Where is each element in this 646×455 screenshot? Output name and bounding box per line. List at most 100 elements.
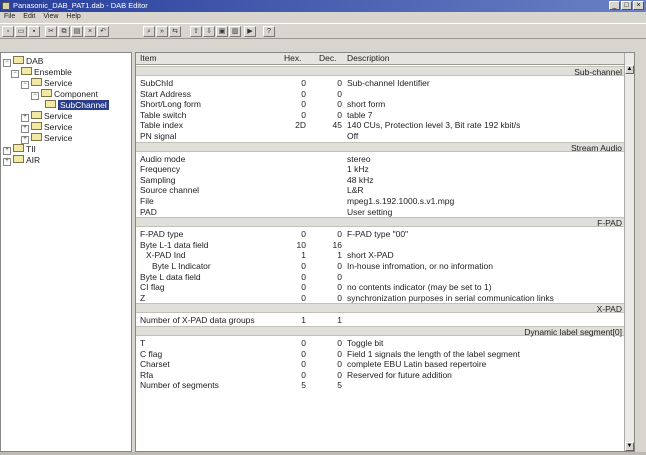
tree-node-service[interactable]: + Service bbox=[21, 133, 72, 144]
cell-item: Byte L Indicator bbox=[152, 261, 211, 271]
vertical-scrollbar[interactable]: ▲ ▼ bbox=[624, 53, 634, 451]
table-row[interactable]: PAD User setting bbox=[136, 207, 626, 217]
replace-icon[interactable]: ⇆ bbox=[169, 26, 181, 37]
cell-item: Short/Long form bbox=[140, 99, 201, 110]
expand-icon[interactable]: + bbox=[3, 147, 11, 155]
window-title: Panasonic_DAB_PAT1.dab - DAB Editor bbox=[13, 1, 148, 10]
table-row[interactable]: Start Address 0 0 bbox=[136, 89, 626, 99]
table-row[interactable]: Short/Long form 0 0 short form bbox=[136, 99, 626, 109]
cell-desc: Off bbox=[347, 131, 359, 141]
cell-hex: 2D bbox=[295, 120, 306, 131]
cell-hex: 5 bbox=[301, 380, 306, 391]
save-icon[interactable]: ▪ bbox=[28, 26, 40, 37]
menu-view[interactable]: View bbox=[43, 12, 58, 22]
send-icon[interactable]: ▣ bbox=[216, 26, 228, 37]
tree-node-service[interactable]: + Service bbox=[21, 111, 72, 122]
table-row[interactable]: Sampling 48 kHz bbox=[136, 175, 626, 185]
delete-icon[interactable]: × bbox=[84, 26, 96, 37]
cell-hex: 0 bbox=[301, 109, 306, 120]
find-next-icon[interactable]: » bbox=[156, 26, 168, 37]
table-row[interactable]: File mpeg1.s.192.1000.s.v1.mpg bbox=[136, 196, 626, 206]
table-row[interactable]: CI flag 0 0 no contents indicator (may be s… bbox=[136, 282, 626, 292]
table-row[interactable]: X-PAD Ind 1 1 short X-PAD bbox=[136, 250, 626, 260]
collapse-icon[interactable]: − bbox=[3, 59, 11, 67]
expand-icon[interactable]: + bbox=[21, 125, 29, 133]
tree-node-label: SubChannel bbox=[58, 100, 109, 110]
tree-view[interactable]: − DAB − Ensemble − Service − Component SubChanne… bbox=[0, 52, 132, 452]
scroll-down-icon[interactable]: ▼ bbox=[625, 442, 634, 451]
collapse-icon[interactable]: − bbox=[11, 70, 19, 78]
property-table: Item Hex. Dec. Description Sub-channel Su… bbox=[135, 52, 635, 452]
header-item[interactable]: Item bbox=[140, 53, 157, 64]
paste-icon[interactable]: ▤ bbox=[71, 26, 83, 37]
collapse-icon[interactable]: − bbox=[21, 81, 29, 89]
folder-icon bbox=[13, 144, 24, 152]
section-header: Sub-channel bbox=[136, 66, 626, 77]
maximize-button[interactable]: □ bbox=[621, 1, 632, 10]
expand-icon[interactable]: + bbox=[21, 114, 29, 122]
table-row[interactable]: Byte L data field 0 0 bbox=[136, 272, 626, 282]
copy-icon[interactable]: ⧉ bbox=[58, 26, 70, 37]
header-dec[interactable]: Dec. bbox=[319, 53, 336, 64]
open-icon[interactable]: ▭ bbox=[15, 26, 27, 37]
menu-edit[interactable]: Edit bbox=[23, 12, 35, 22]
help-icon[interactable]: ? bbox=[263, 26, 275, 37]
import-icon[interactable]: ⇩ bbox=[203, 26, 215, 37]
table-row[interactable]: C flag 0 0 Field 1 signals the length of th… bbox=[136, 349, 626, 359]
table-row[interactable]: F-PAD type 0 0 F-PAD type "00" bbox=[136, 229, 626, 239]
table-row[interactable]: Rfa 0 0 Reserved for future addition bbox=[136, 370, 626, 380]
table-row[interactable]: Byte L-1 data field 10 16 bbox=[136, 240, 626, 250]
cell-desc: 1 kHz bbox=[347, 164, 369, 175]
table-row[interactable]: Source channel L&R bbox=[136, 185, 626, 195]
tree-node-air[interactable]: + AIR bbox=[3, 155, 40, 166]
tree-node-service[interactable]: − Service bbox=[21, 78, 72, 89]
cell-item: PN signal bbox=[140, 131, 177, 141]
scroll-up-icon[interactable]: ▲ bbox=[625, 65, 634, 74]
toolbar: ▫ ▭ ▪ ✂ ⧉ ▤ × ↶ ⌕» ⇆ ⇧ ⇩ ▣ ▥ ▶? bbox=[0, 23, 646, 39]
close-button[interactable]: × bbox=[633, 1, 644, 10]
cell-desc: mpeg1.s.192.1000.s.v1.mpg bbox=[347, 196, 455, 206]
cell-item: X-PAD Ind bbox=[146, 250, 186, 261]
table-row[interactable]: PN signal Off bbox=[136, 131, 626, 141]
tree-node-component[interactable]: − Component bbox=[31, 89, 98, 100]
table-row[interactable]: SubChId 0 0 Sub-channel Identifier bbox=[136, 78, 626, 88]
cell-dec: 0 bbox=[337, 292, 342, 303]
table-row[interactable]: Frequency 1 kHz bbox=[136, 164, 626, 174]
table-row[interactable]: Audio mode stereo bbox=[136, 154, 626, 164]
section-title: Dynamic label segment[0] bbox=[524, 327, 622, 337]
header-description[interactable]: Description bbox=[347, 53, 390, 64]
tree-node-dab[interactable]: − DAB bbox=[3, 56, 43, 67]
table-row[interactable]: Charset 0 0 complete EBU Latin based repert… bbox=[136, 359, 626, 369]
cell-hex: 0 bbox=[301, 229, 306, 240]
play-icon[interactable]: ▶ bbox=[244, 26, 256, 37]
table-row[interactable]: T 0 0 Toggle bit bbox=[136, 338, 626, 348]
cell-hex: 0 bbox=[301, 348, 306, 359]
menu-help[interactable]: Help bbox=[66, 12, 80, 22]
header-hex[interactable]: Hex. bbox=[284, 53, 301, 64]
tree-node-ensemble[interactable]: − Ensemble bbox=[11, 67, 72, 78]
tree-node-label: Service bbox=[44, 122, 73, 132]
minimize-button[interactable]: _ bbox=[609, 1, 620, 10]
tree-node-tii[interactable]: + TII bbox=[3, 144, 36, 155]
cut-icon[interactable]: ✂ bbox=[45, 26, 57, 37]
table-row[interactable]: Byte L Indicator 0 0 In-house infromation, … bbox=[136, 261, 626, 271]
menu-file[interactable]: File bbox=[4, 12, 15, 22]
find-icon[interactable]: ⌕ bbox=[143, 26, 155, 37]
table-row[interactable]: Number of segments 5 5 bbox=[136, 380, 626, 390]
table-row[interactable]: Table switch 0 0 table 7 bbox=[136, 110, 626, 120]
tree-node-service[interactable]: + Service bbox=[21, 122, 72, 133]
expand-icon[interactable]: + bbox=[21, 136, 29, 144]
new-icon[interactable]: ▫ bbox=[2, 26, 14, 37]
table-row[interactable]: Table index 2D 45 140 CUs, Protection level… bbox=[136, 120, 626, 130]
table-row[interactable]: Number of X-PAD data groups 1 1 bbox=[136, 315, 626, 325]
collapse-icon[interactable]: − bbox=[31, 92, 39, 100]
tree-node-subchannel[interactable]: SubChannel bbox=[45, 100, 109, 111]
folder-icon bbox=[45, 100, 56, 108]
export-icon[interactable]: ⇧ bbox=[190, 26, 202, 37]
tree-node-label: Service bbox=[44, 133, 73, 143]
tool-icon[interactable]: ▥ bbox=[229, 26, 241, 37]
expand-icon[interactable]: + bbox=[3, 158, 11, 166]
table-row[interactable]: Z 0 0 synchronization purposes in serial co… bbox=[136, 293, 626, 303]
cell-dec: 16 bbox=[332, 239, 342, 250]
undo-icon[interactable]: ↶ bbox=[97, 26, 109, 37]
